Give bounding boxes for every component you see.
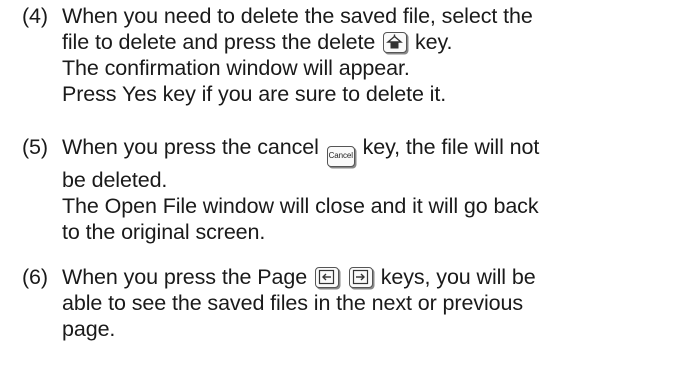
step-line: to the original screen. — [62, 220, 266, 244]
delete-key — [383, 32, 408, 53]
step-body: When you need to delete the saved file, … — [62, 3, 662, 107]
page-previous-key — [314, 267, 339, 288]
step-number: (5) — [22, 135, 48, 159]
step-line: be deleted. — [62, 168, 168, 192]
step-line: page. — [62, 317, 116, 341]
step-body: When you press the Page keys, you will b… — [62, 264, 662, 342]
step-line: When you press the cancel Cancel key, th… — [62, 134, 662, 167]
line-text: keys, you will be — [380, 265, 536, 289]
page-next-icon — [352, 269, 368, 285]
step-line: When you need to delete the saved file, … — [62, 4, 533, 28]
step-line: Press Yes key if you are sure to delete … — [62, 82, 447, 106]
page-next-key — [348, 267, 373, 288]
step-number: (6) — [22, 265, 48, 289]
cancel-key: Cancel — [326, 146, 355, 167]
line-text: key. — [415, 30, 453, 54]
step-body: When you press the cancel Cancel key, th… — [62, 134, 662, 245]
page-previous-icon — [318, 269, 335, 285]
line-text: key, the file will not — [362, 135, 540, 159]
step-line: able to see the saved files in the next … — [62, 291, 524, 315]
step-line: The Open File window will close and it w… — [62, 194, 539, 218]
manual-page: (4) When you need to delete the saved fi… — [0, 0, 674, 385]
line-text: When you press the Page — [62, 265, 308, 289]
step-line: When you press the Page keys, you will b… — [62, 264, 662, 290]
delete-icon — [386, 34, 404, 49]
step-number: (4) — [22, 4, 48, 28]
line-text: When you press the cancel — [62, 135, 319, 159]
step-line: The confirmation window will appear. — [62, 56, 410, 80]
step-line: file to delete and press the delete key. — [62, 29, 662, 55]
line-text: file to delete and press the delete — [62, 30, 376, 54]
